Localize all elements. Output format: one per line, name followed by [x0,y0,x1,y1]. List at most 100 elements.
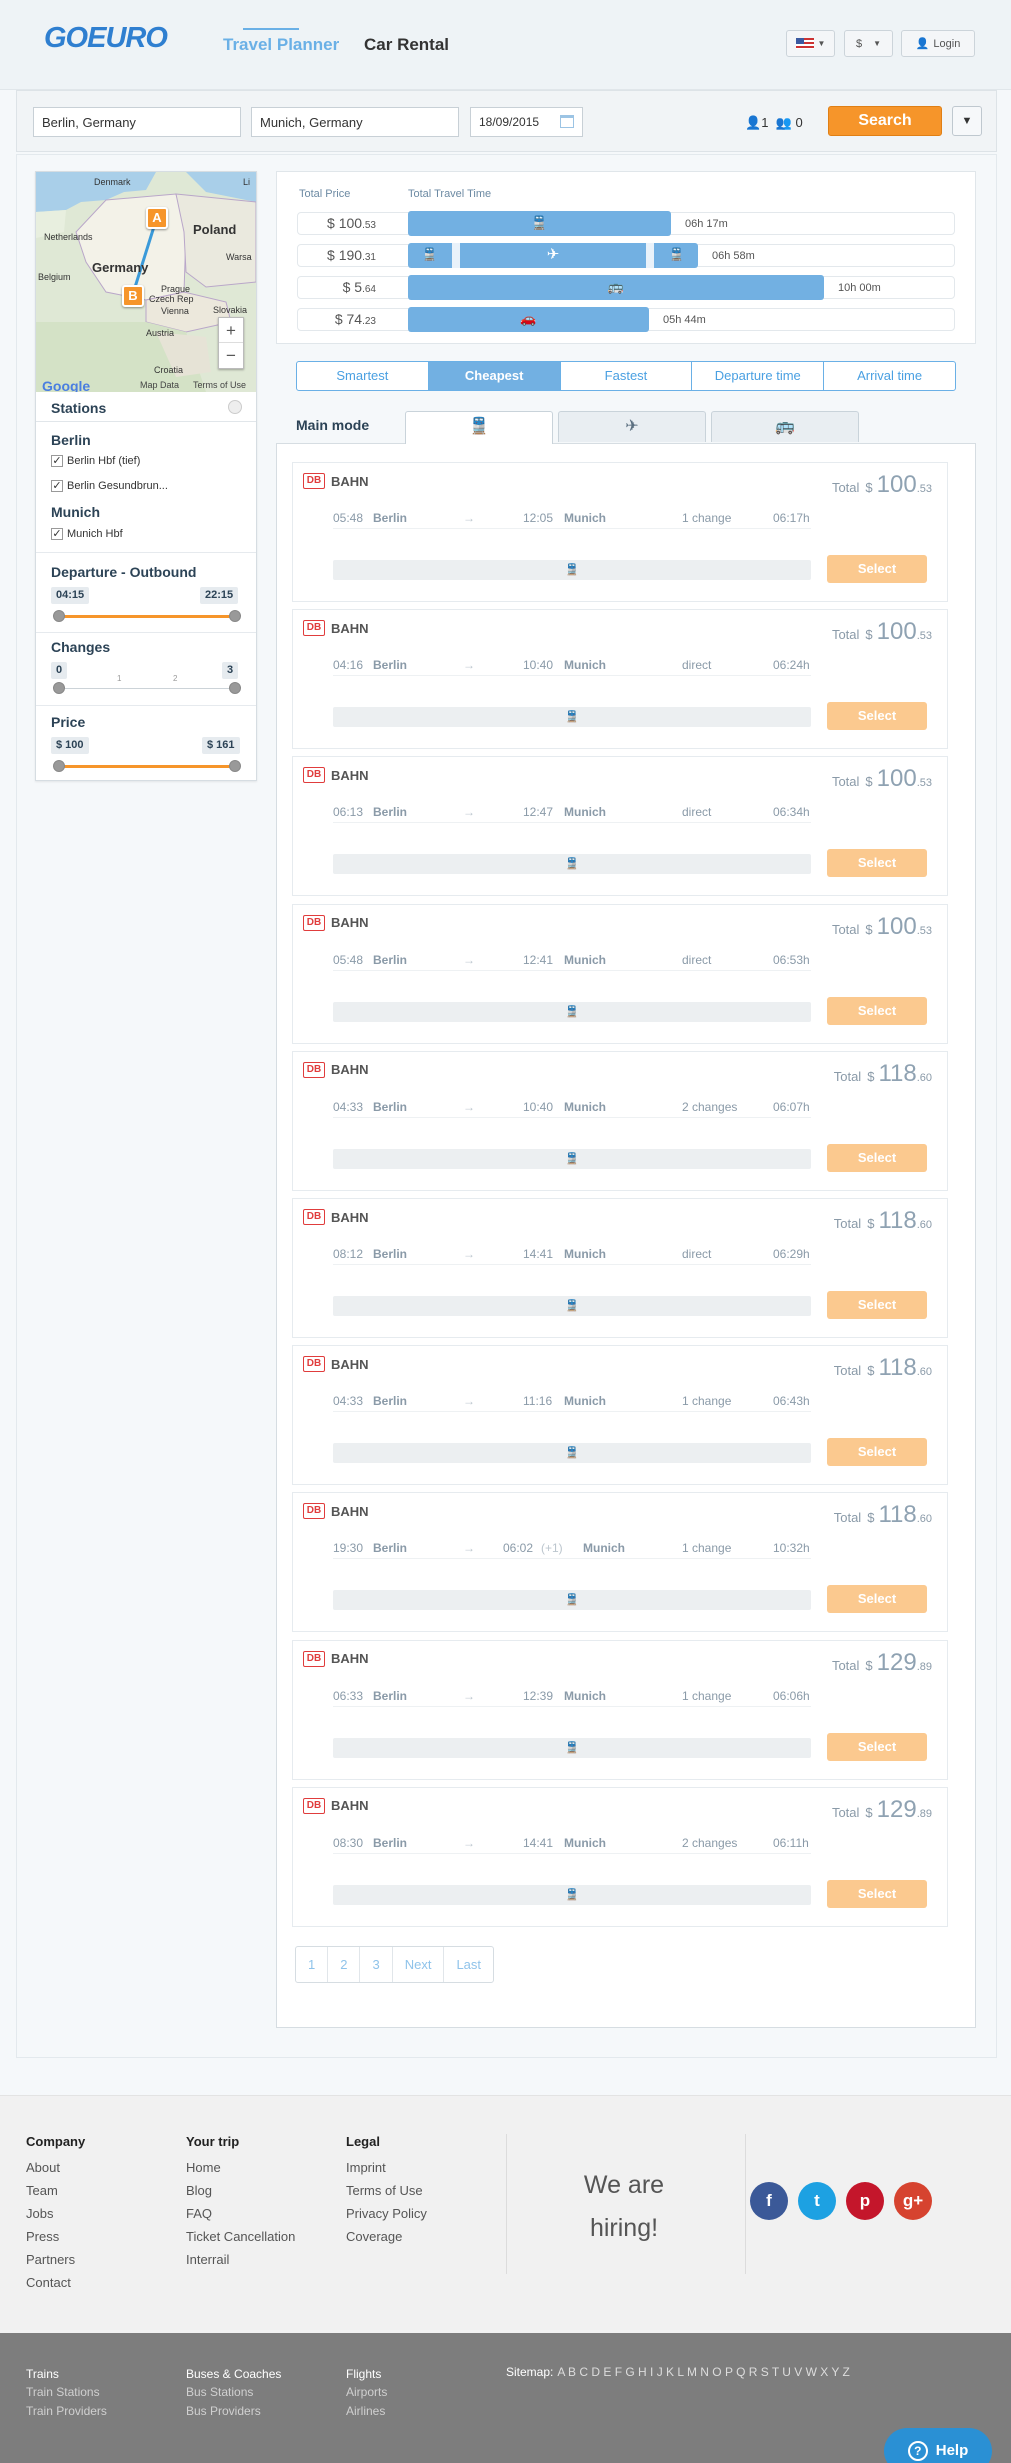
select-button[interactable]: Select [827,1585,927,1614]
summary-row-bus[interactable]: $ 5.64 🚌 10h 00m [297,275,955,300]
zoom-out-button[interactable]: − [219,343,243,368]
changes-slider-track[interactable] [59,688,236,689]
zoom-in-button[interactable]: + [219,318,243,343]
to-input[interactable]: Munich, Germany [251,107,459,137]
bottom-col-title[interactable]: Trains [26,2365,107,2383]
destination-pin-icon[interactable]: B [122,285,144,307]
select-button[interactable]: Select [827,1879,927,1908]
footer-link-privacy[interactable]: Privacy Policy [346,2202,427,2225]
footer-link-press[interactable]: Press [26,2225,85,2248]
page-link-next[interactable]: Next [393,1947,445,1982]
result-card[interactable]: DB BAHN Total $100.53 05:48 Berlin → 12:05 Munic… [292,462,948,602]
help-button[interactable]: ? Help [884,2428,992,2463]
stations-header[interactable]: Stations [36,392,256,422]
goeuro-logo[interactable]: GOEURO [44,22,168,55]
collapse-icon[interactable] [228,400,242,414]
station-checkbox-berlin-hbf[interactable]: ✓ Berlin Hbf (tief) [51,455,140,467]
footer-link-contact[interactable]: Contact [26,2271,85,2294]
select-button[interactable]: Select [827,1143,927,1172]
currency-selector[interactable]: $ ▼ [844,30,893,57]
select-button[interactable]: Select [827,1291,927,1319]
result-card[interactable]: DB BAHN Total $100.53 04:16 Berlin → 10:40 Munic… [292,609,948,750]
bottom-link[interactable]: Airlines [346,2402,387,2421]
sort-tab-cheapest[interactable]: Cheapest [428,362,561,390]
segment-bar[interactable]: 🚆 [333,854,811,875]
sitemap-letters[interactable]: A B C D E F G H I J K L M N O P Q R S T … [557,2365,850,2379]
facebook-icon[interactable]: f [750,2182,788,2220]
bottom-col-title[interactable]: Buses & Coaches [186,2365,281,2383]
mode-tab-bus[interactable]: 🚌 [711,411,859,442]
price-slider-track[interactable] [59,765,236,768]
mode-tab-flight[interactable]: ✈ [558,411,706,442]
segment-bar[interactable]: 🚆 [333,707,811,728]
pinterest-icon[interactable]: p [846,2182,884,2220]
result-card[interactable]: DB BAHN Total $118.60 08:12 Berlin → 14:41 Munic… [292,1198,948,1338]
footer-link-interrail[interactable]: Interrail [186,2248,295,2271]
page-link-last[interactable]: Last [444,1947,493,1982]
bottom-col-title[interactable]: Flights [346,2365,387,2383]
price-slider-max-handle[interactable] [229,760,241,772]
price-slider-min-handle[interactable] [53,760,65,772]
departure-slider-max-handle[interactable] [229,610,241,622]
sort-tab-arrival-time[interactable]: Arrival time [824,362,955,390]
changes-slider-min-handle[interactable] [53,682,65,694]
map-terms-link[interactable]: Terms of Use [193,380,246,390]
result-card[interactable]: DB BAHN Total $100.53 06:13 Berlin → 12:47 Munic… [292,756,948,897]
result-card[interactable]: DB BAHN Total $118.60 04:33 Berlin → 10:40 Munic… [292,1050,948,1191]
bottom-link[interactable]: Bus Stations [186,2383,281,2402]
select-button[interactable]: Select [827,1438,927,1467]
sort-tab-departure-time[interactable]: Departure time [692,362,825,390]
changes-slider-max-handle[interactable] [229,682,241,694]
segment-bar[interactable]: 🚆 [333,1001,811,1022]
bottom-link[interactable]: Train Stations [26,2383,107,2402]
hiring-banner[interactable]: We are hiring! [568,2164,680,2250]
bottom-link[interactable]: Train Providers [26,2402,107,2421]
result-card[interactable]: DB BAHN Total $118.60 04:33 Berlin → 11:16 Munic… [292,1345,948,1486]
result-card[interactable]: DB BAHN Total $129.89 08:30 Berlin → 14:41 Munic… [292,1786,948,1927]
departure-slider-track[interactable] [59,615,236,618]
footer-link-faq[interactable]: FAQ [186,2202,295,2225]
summary-row-train[interactable]: $ 100.53 🚆 06h 17m [297,211,955,236]
summary-row-car[interactable]: $ 74.23 🚗 05h 44m [297,307,955,332]
result-card[interactable]: DB BAHN Total $129.89 06:33 Berlin → 12:39 Munic… [292,1639,948,1780]
select-button[interactable]: Select [827,849,927,878]
bottom-link[interactable]: Airports [346,2383,387,2402]
footer-link-ticket-cancellation[interactable]: Ticket Cancellation [186,2225,295,2248]
from-input[interactable]: Berlin, Germany [33,107,241,137]
result-card[interactable]: DB BAHN Total $118.60 19:30 Berlin → 06:02 (+1) M… [292,1492,948,1633]
nav-car-rental[interactable]: Car Rental [364,35,449,55]
passenger-selector[interactable]: 👤1 👥 0 [745,115,803,131]
select-button[interactable]: Select [827,702,927,731]
footer-link-imprint[interactable]: Imprint [346,2156,427,2179]
footer-link-jobs[interactable]: Jobs [26,2202,85,2225]
departure-slider-min-handle[interactable] [53,610,65,622]
language-selector[interactable]: ▼ [786,30,835,57]
station-checkbox-munich-hbf[interactable]: ✓ Munich Hbf [51,528,123,540]
station-checkbox-berlin-gesundbrunnen[interactable]: ✓ Berlin Gesundbrun... [51,480,168,492]
route-map[interactable]: Denmark Poland Netherlands Germany Belgi… [36,172,256,392]
sort-tab-fastest[interactable]: Fastest [561,362,693,390]
footer-link-home[interactable]: Home [186,2156,295,2179]
page-link-3[interactable]: 3 [360,1947,393,1982]
select-button[interactable]: Select [827,996,927,1025]
login-button[interactable]: 👤 Login [901,30,975,57]
segment-bar[interactable]: 🚆 [333,1590,811,1611]
segment-bar[interactable]: 🚆 [333,1737,811,1758]
twitter-icon[interactable]: t [798,2182,836,2220]
segment-bar[interactable]: 🚆 [333,1296,811,1316]
footer-link-about[interactable]: About [26,2156,85,2179]
select-button[interactable]: Select [827,555,927,583]
sort-tab-smartest[interactable]: Smartest [297,362,429,390]
segment-bar[interactable]: 🚆 [333,1884,811,1905]
segment-bar[interactable]: 🚆 [333,1443,811,1464]
footer-link-blog[interactable]: Blog [186,2179,295,2202]
footer-link-coverage[interactable]: Coverage [346,2225,427,2248]
mode-tab-train[interactable]: 🚆 [405,411,553,444]
page-link-2[interactable]: 2 [328,1947,361,1982]
summary-row-flight[interactable]: $ 190.31 🚆 ✈ 🚆 06h 58m [297,243,955,268]
origin-pin-icon[interactable]: A [146,207,168,229]
search-button[interactable]: Search [828,106,942,136]
footer-link-terms[interactable]: Terms of Use [346,2179,427,2202]
segment-bar[interactable]: 🚆 [333,1148,811,1169]
result-card[interactable]: DB BAHN Total $100.53 05:48 Berlin → 12:41 Munic… [292,903,948,1044]
